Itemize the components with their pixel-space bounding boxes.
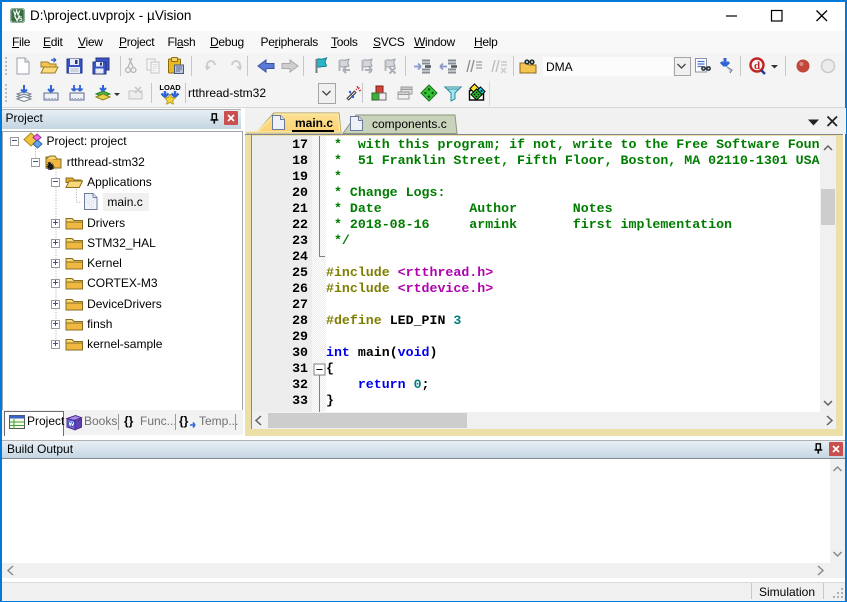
svg-text:d: d: [754, 60, 760, 72]
svg-text:?: ?: [70, 421, 74, 428]
svg-text:LOAD: LOAD: [159, 83, 181, 92]
